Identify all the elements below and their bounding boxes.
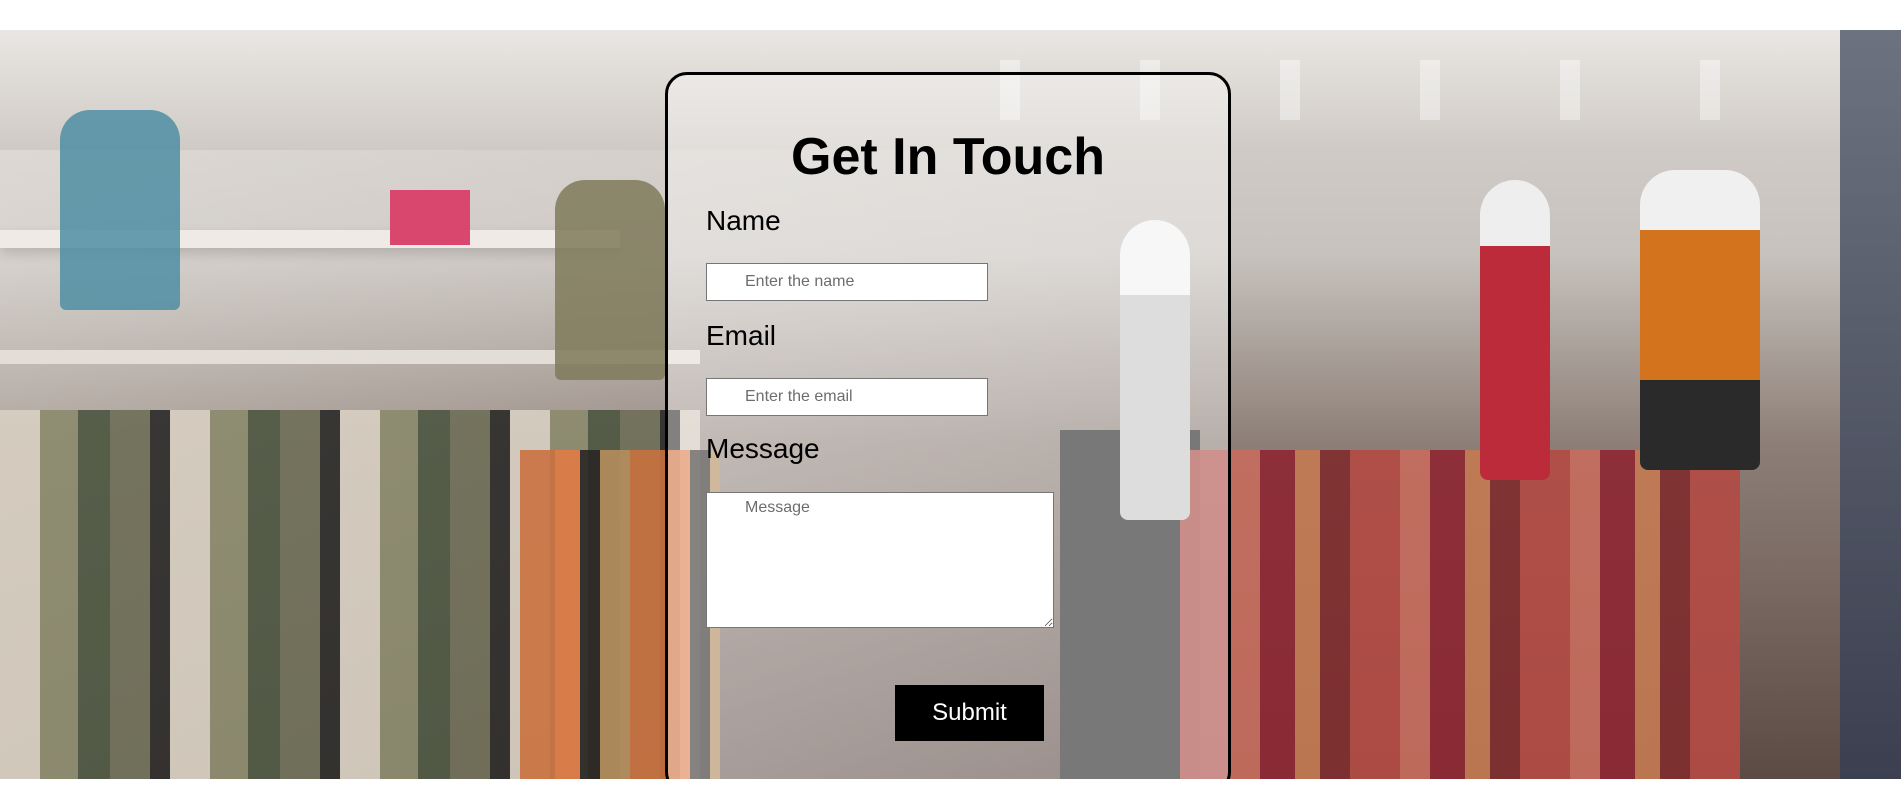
email-input[interactable] <box>706 378 988 416</box>
name-label: Name <box>706 205 781 236</box>
store-pillar <box>1840 30 1901 779</box>
hero-background-image: Get In Touch Name Email Message Submit <box>0 30 1901 779</box>
mannequin <box>1640 170 1760 470</box>
clothing-rack <box>1180 450 1740 779</box>
name-input[interactable] <box>706 263 988 301</box>
form-title: Get In Touch <box>791 128 1105 186</box>
submit-button[interactable]: Submit <box>895 685 1044 741</box>
hanging-jacket <box>60 110 180 310</box>
email-label: Email <box>706 320 777 351</box>
mannequin <box>1480 180 1550 480</box>
message-textarea[interactable] <box>706 492 1054 628</box>
price-sign <box>390 190 470 245</box>
hanging-jacket <box>555 180 665 380</box>
message-label: Message <box>706 433 820 464</box>
contact-form-card: Get In Touch Name Email Message Submit <box>665 72 1231 779</box>
